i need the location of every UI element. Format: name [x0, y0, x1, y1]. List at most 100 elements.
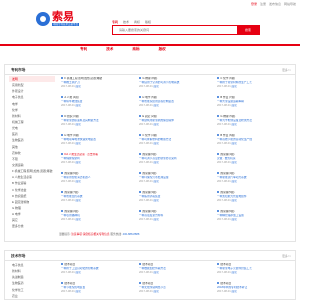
publish-link[interactable]: 发布信息: [269, 2, 281, 6]
search-tab-tech[interactable]: 技术: [123, 20, 129, 24]
listing-price: 面议: [75, 199, 81, 203]
nav-tech[interactable]: 技术: [106, 45, 113, 54]
listing-card[interactable]: 国家级(4篇) 一种新能源汽车动力系统 2017-08-01 面议: [215, 171, 293, 190]
listing-meta: 2017-08-01 面议: [61, 85, 135, 89]
listing-card[interactable]: D 纺织 (3篇) 一种新型纺织面料及其制备方法 2017-08-01 面议: [59, 114, 137, 133]
listing-card[interactable]: 技术项目 一种新型电子元器件封装工艺 2017-08-01 面议: [215, 262, 293, 281]
patent-category-list: 发明 实用新型 外观设计 电子信息 电学 化学 新材料 机械工程 光电 医药 生物医药 其他 农林牧 不限…: [9, 76, 55, 230]
listing-date: 2017-08-01: [61, 104, 75, 108]
listing-card[interactable]: 国家级(3篇) 一种环保型污水处理设备 2017-08-01 面议: [137, 171, 215, 190]
listing-card[interactable]: 国家级(2篇) 一种农用播种机 2017-08-01 面议: [59, 209, 137, 228]
listing-date: 2017-08-01: [139, 180, 153, 184]
listing-category-text: 国家级(6篇): [64, 172, 79, 175]
register-link[interactable]: 注册: [260, 2, 266, 6]
listing-category-text: 技术项目: [64, 263, 76, 266]
listing-category-text: 国家级(3篇): [142, 172, 157, 175]
listing-meta: 2017-08-01 面议: [217, 85, 291, 89]
listing-price: 面议: [75, 142, 81, 146]
search-tab-copyright[interactable]: 版权: [145, 20, 151, 24]
listing-category-text: A 人类 (4篇): [64, 96, 79, 99]
listing-card[interactable]: H 电学 (5篇) 一种智能家居用远程控制装置 2017-08-01 面议: [137, 95, 215, 114]
listing-card[interactable]: B 作业 (6篇) 一种高效节能的自动化生产线 2017-08-01 面议: [215, 133, 293, 152]
listing-card[interactable]: B 作业 (7篇) 一种大型设备运输车辆 2017-08-01 面议: [215, 95, 293, 114]
listing-price: 面议: [231, 161, 237, 165]
listing-price: 面议: [231, 271, 237, 275]
site-nav-link[interactable]: 网站导航: [284, 2, 296, 6]
nav-patent[interactable]: 专利: [80, 45, 87, 54]
search-tab-patent[interactable]: 专利: [112, 20, 118, 24]
listing-card[interactable]: 技术项目 一种无线传感网络节点 2017-08-01 面议: [137, 281, 215, 300]
listing-category-text: 国家级(7篇): [64, 191, 79, 194]
listing-card[interactable]: A 人类 (4篇) 一种鱼竿收线装置 2017-08-01 面议: [59, 95, 137, 114]
listing-card[interactable]: 国家级(4篇) 一种高强度复合材料 2017-08-01 面议: [137, 209, 215, 228]
listing-meta: 2017-08-01 面议: [139, 123, 213, 127]
listing-category-text: 技术项目: [220, 263, 232, 266]
listing-price: 面议: [153, 271, 159, 275]
listing-card[interactable]: 国家级(6篇) 一种可调节高度的新型办公桌椅 2017-08-01 面议: [137, 152, 215, 171]
listing-card[interactable]: 国家级(3篇) 一种医用消毒装置 2017-08-01 面议: [137, 190, 215, 209]
listing-category-text: B 作业 (6篇): [220, 134, 236, 137]
more-link[interactable]: 更多>>: [282, 68, 291, 72]
listing-date: 2017-08-01: [139, 85, 153, 89]
listing-card[interactable]: 国家级(4篇) 安徽 · 数控机床 2017-08-01 面议: [215, 152, 293, 171]
nav-copyright[interactable]: 版权: [159, 45, 166, 54]
sidebar-item[interactable]: 更多分类: [9, 223, 55, 229]
listing-card[interactable]: 国家级(6篇) 一种家用智能清洁机器人 2017-08-01 面议: [59, 171, 137, 190]
logo[interactable]: 索易 中国专利技术交易平台: [36, 12, 80, 26]
listing-date: 2017-08-01: [139, 142, 153, 146]
listing-date: 2017-08-01: [61, 180, 75, 184]
listing-price: 面议: [75, 161, 81, 165]
listing-date: 2017-08-01: [61, 85, 75, 89]
listing-date: 2017-08-01: [61, 142, 75, 146]
listing-card[interactable]: G 物理 (5篇) 一种光学检测设备及检测方法 2017-08-01 面议: [215, 114, 293, 133]
listing-price: 面议: [231, 123, 237, 127]
search-input[interactable]: [113, 26, 237, 34]
listing-category-text: G 物理 (8篇): [142, 77, 158, 80]
listing-date: 2017-08-01: [139, 199, 153, 203]
listing-row: F 机械工程;照明;加热;武器;爆破 一种推土机铲刀 2017-08-01 面议 G …: [59, 76, 293, 95]
listing-card[interactable]: DA 人类生活必需 · 点击查看 一种保健按摩椅 2017-08-01 面议: [59, 152, 137, 171]
listing-date: 2017-08-01: [61, 161, 75, 165]
nav-trademark[interactable]: 商标: [132, 45, 139, 54]
listing-card[interactable]: 国家级(7篇) 一种智能温控系统 2017-08-01 面议: [59, 190, 137, 209]
tip-hotline-label: 服务热线:: [110, 233, 122, 236]
listing-category-text: C 化学 (6篇): [220, 77, 236, 80]
listing-meta: 2017-08-01 面议: [217, 218, 291, 222]
listing-card[interactable]: E 固定 (2篇) 一种建筑用新型隔热保温墙体 2017-08-01 面议: [137, 114, 215, 133]
search-tab-trademark[interactable]: 商标: [134, 20, 140, 24]
login-link[interactable]: 登录: [251, 2, 257, 6]
tip-hotline[interactable]: 400-888-8888: [123, 233, 140, 236]
listing-card[interactable]: F 机械工程;照明;加热;武器;爆破 一种推土机铲刀 2017-08-01 面议: [59, 76, 137, 95]
listing-meta: 2017-08-01 面议: [61, 161, 135, 165]
listing-card[interactable]: H 电学 (9篇) 一种电动车电池快速充电装置 2017-08-01 面议: [59, 133, 137, 152]
listing-card[interactable]: 国家级(6篇) 一种精密轴承加工设备 2017-08-01 面议: [215, 209, 293, 228]
listing-price: 面议: [153, 142, 159, 146]
listing-date: 2017-08-01: [217, 123, 231, 127]
listing-meta: 2017-08-01 面议: [217, 180, 291, 184]
listing-meta: 2017-08-01 面议: [217, 161, 291, 165]
section-divider: [5, 260, 295, 261]
logo-subtitle: 中国专利技术交易平台: [52, 23, 80, 26]
listing-card[interactable]: C 化学 (4篇) 一种可降解塑料的制备方法 2017-08-01 面议: [137, 133, 215, 152]
listing-date: 2017-08-01: [217, 142, 231, 146]
listing-category-text: 国家级(6篇): [142, 153, 157, 156]
listing-card[interactable]: 技术项目 一种节能型照明装置 2017-08-01 面议: [59, 281, 137, 300]
listing-meta: 2017-08-01 面议: [139, 290, 213, 294]
listing-card[interactable]: 技术项目 2018年中国专利技术转让 2017-08-01 面议: [215, 281, 293, 300]
listing-meta: 2017-08-01 面议: [139, 142, 213, 146]
listing-row: 国家级(2篇) 一种农用播种机 2017-08-01 面议 国家级(4篇) 一种高强度复…: [59, 209, 293, 228]
listing-category-text: 国家级(5篇): [220, 191, 235, 194]
listing-date: 2017-08-01: [217, 218, 231, 222]
patent-grid: F 机械工程;照明;加热;武器;爆破 一种推土机铲刀 2017-08-01 面议 G …: [59, 76, 293, 228]
listing-card[interactable]: 国家级(5篇) 一种太阳能光伏发电组件 2017-08-01 面议: [215, 190, 293, 209]
listing-card[interactable]: 技术项目 一种数据加密传输方法 2017-08-01 面议: [137, 262, 215, 281]
listing-date: 2017-08-01: [61, 199, 75, 203]
more-link[interactable]: 更多>>: [282, 254, 291, 258]
listing-row: 技术项目 一种用于工业自动化的控制系统 2017-08-01 面议 技术项目 一种数据加…: [59, 262, 293, 281]
search-button[interactable]: 搜索: [237, 26, 259, 34]
listing-price: 面议: [153, 123, 159, 127]
listing-card[interactable]: G 物理 (8篇) 一种适用于空调的可调节控制系统 2017-08-01 面议: [137, 76, 215, 95]
listing-category-text: B 作业 (7篇): [220, 96, 236, 99]
listing-card[interactable]: 技术项目 一种用于工业自动化的控制系统 2017-08-01 面议: [59, 262, 137, 281]
listing-card[interactable]: C 化学 (6篇) 一种用于新型材料的生产工艺 2017-08-01 面议: [215, 76, 293, 95]
